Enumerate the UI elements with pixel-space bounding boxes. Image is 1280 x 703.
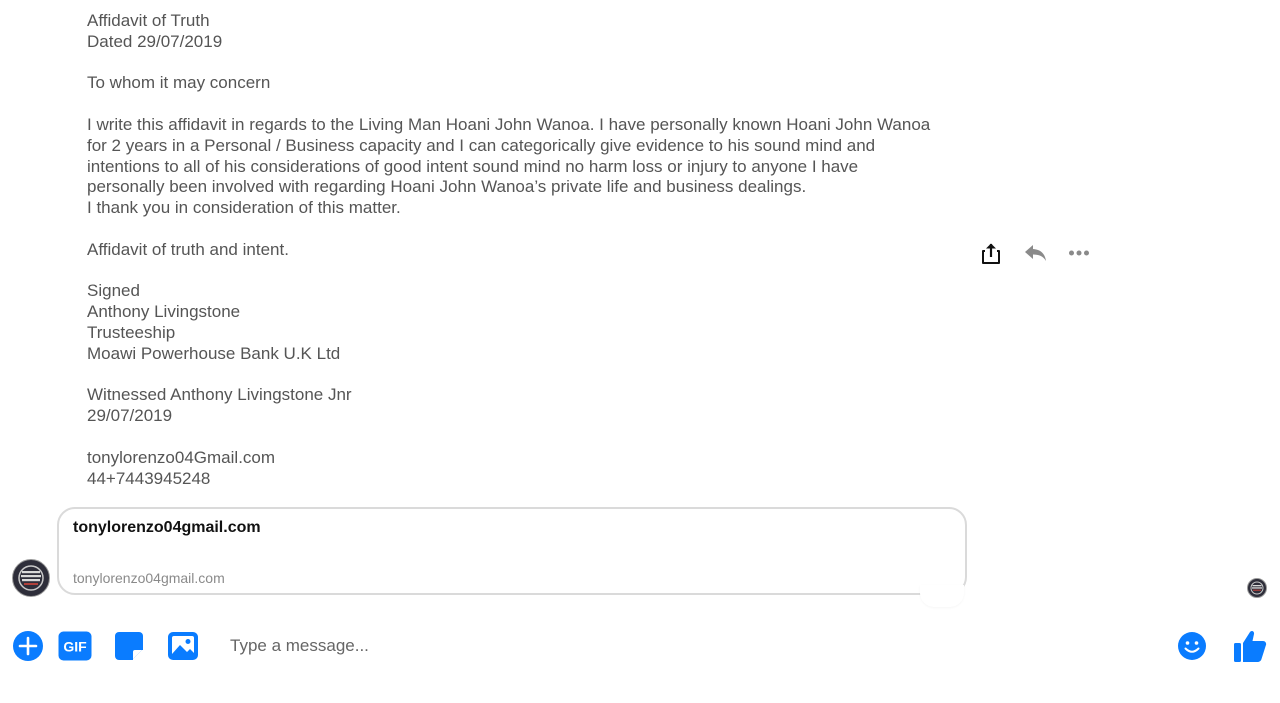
emoji-button[interactable] (1175, 628, 1209, 664)
message-line: 44+7443945248 (87, 468, 211, 488)
sender-avatar[interactable] (12, 559, 50, 597)
message-line (87, 94, 957, 115)
message-line: Signed (87, 281, 140, 301)
more-actions-button[interactable] (11, 628, 45, 664)
message-line: To whom it may concern (87, 73, 271, 93)
gif-button[interactable]: GIF (58, 628, 92, 664)
message-line: Affidavit of truth and intent. (87, 239, 289, 259)
message-line: Trusteeship (87, 322, 176, 342)
thumbs-up-icon (1234, 630, 1267, 662)
message-line: Dated 29/07/2019 (87, 31, 223, 51)
emoji-icon (1178, 632, 1206, 660)
message-line: Moawi Powerhouse Bank U.K Ltd (87, 343, 341, 363)
message-line (87, 261, 957, 282)
message-input[interactable] (218, 630, 1142, 662)
avatar-badge-icon (1248, 579, 1266, 597)
message-line: personally been involved with regarding … (87, 177, 807, 197)
composer-bar: GIF (0, 622, 1280, 672)
message-line: intentions to all of his considerations … (87, 156, 859, 176)
link-preview-title[interactable]: tonylorenzo04gmail.com (73, 519, 261, 537)
message-line: tonylorenzo04Gmail.com (87, 447, 276, 467)
message-line: 29/07/2019 (87, 406, 173, 426)
sticker-icon (115, 632, 143, 660)
message-line (87, 427, 957, 448)
message-line: Anthony Livingstone (87, 302, 241, 322)
plus-icon (13, 631, 43, 661)
avatar-badge-icon (14, 561, 48, 595)
link-preview-card[interactable]: tonylorenzo04gmail.com tonylorenzo04gmai… (57, 507, 967, 595)
more-icon (1069, 250, 1089, 256)
reply-icon (1025, 245, 1046, 261)
message-line: I thank you in consideration of this mat… (87, 198, 401, 218)
gif-label: GIF (63, 639, 87, 655)
share-icon (982, 243, 1000, 264)
sticker-button[interactable] (112, 628, 146, 664)
message-line: Witnessed Anthony Livingstone Jnr (87, 385, 352, 405)
image-icon (168, 632, 198, 660)
message-line: I write this affidavit in regards to the… (87, 114, 931, 134)
read-receipt-avatar (1247, 578, 1267, 598)
like-button[interactable] (1232, 626, 1268, 666)
reaction-placeholder (920, 585, 964, 607)
message-line (87, 53, 957, 74)
share-button[interactable] (978, 240, 1004, 266)
link-preview-domain: tonylorenzo04gmail.com (73, 570, 225, 586)
reply-button[interactable] (1023, 240, 1049, 266)
message-line: Affidavit of Truth (87, 11, 210, 30)
more-button[interactable] (1066, 240, 1092, 266)
image-button[interactable] (166, 628, 200, 664)
message-line (87, 365, 957, 386)
message-line (87, 219, 957, 240)
gif-icon: GIF (58, 631, 92, 661)
message-text: Affidavit of Truth Dated 29/07/2019 To w… (87, 11, 957, 489)
message-line: for 2 years in a Personal / Business cap… (87, 135, 876, 155)
